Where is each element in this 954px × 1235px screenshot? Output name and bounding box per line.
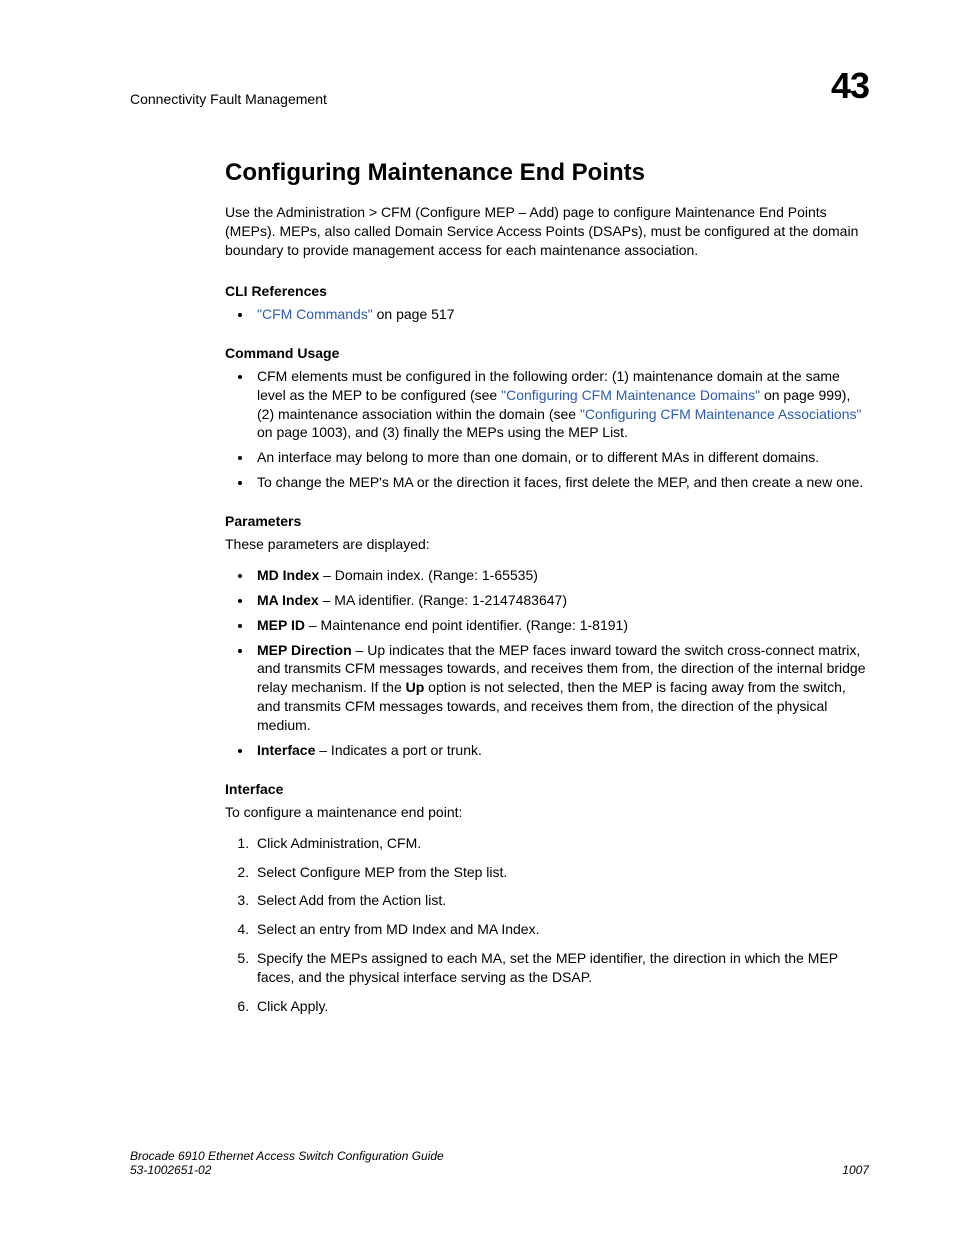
step-item: Select Add from the Action list. bbox=[253, 891, 869, 910]
step-item: Select Configure MEP from the Step list. bbox=[253, 863, 869, 882]
cli-ref-after: on page 517 bbox=[373, 306, 455, 322]
cfm-assoc-link[interactable]: "Configuring CFM Maintenance Association… bbox=[580, 406, 862, 422]
param-name: MEP ID bbox=[257, 617, 305, 633]
param-desc: – MA identifier. (Range: 1-2147483647) bbox=[319, 592, 567, 608]
step-item: Select an entry from MD Index and MA Ind… bbox=[253, 920, 869, 939]
chapter-number: 43 bbox=[831, 65, 869, 107]
parameter-item: MA Index – MA identifier. (Range: 1-2147… bbox=[253, 591, 869, 610]
command-usage-list: CFM elements must be configured in the f… bbox=[225, 367, 869, 492]
parameters-subtext: These parameters are displayed: bbox=[225, 535, 869, 554]
parameters-list: MD Index – Domain index. (Range: 1-65535… bbox=[225, 566, 869, 760]
parameter-item: MEP ID – Maintenance end point identifie… bbox=[253, 616, 869, 635]
param-desc: – Indicates a port or trunk. bbox=[315, 742, 482, 758]
usage-item: CFM elements must be configured in the f… bbox=[253, 367, 869, 443]
usage-item: To change the MEP's MA or the direction … bbox=[253, 473, 869, 492]
usage-text: on page 1003), and (3) finally the MEPs … bbox=[257, 424, 628, 440]
page-footer: Brocade 6910 Ethernet Access Switch Conf… bbox=[130, 1149, 869, 1177]
param-name: MEP Direction bbox=[257, 642, 352, 658]
footer-doc-number: 53-1002651-02 bbox=[130, 1163, 444, 1177]
main-content: Configuring Maintenance End Points Use t… bbox=[225, 157, 869, 1016]
cli-reference-item: "CFM Commands" on page 517 bbox=[253, 305, 869, 324]
parameter-item: MEP Direction – Up indicates that the ME… bbox=[253, 641, 869, 735]
footer-left: Brocade 6910 Ethernet Access Switch Conf… bbox=[130, 1149, 444, 1177]
param-up: Up bbox=[406, 679, 425, 695]
page-header: Connectivity Fault Management 43 bbox=[130, 65, 869, 107]
param-desc: – Maintenance end point identifier. (Ran… bbox=[305, 617, 628, 633]
parameters-heading: Parameters bbox=[225, 512, 869, 531]
command-usage-heading: Command Usage bbox=[225, 344, 869, 363]
page-title: Configuring Maintenance End Points bbox=[225, 157, 869, 189]
param-name: MA Index bbox=[257, 592, 319, 608]
param-desc: – Domain index. (Range: 1-65535) bbox=[319, 567, 538, 583]
step-item: Click Apply. bbox=[253, 997, 869, 1016]
step-item: Specify the MEPs assigned to each MA, se… bbox=[253, 949, 869, 987]
intro-paragraph: Use the Administration > CFM (Configure … bbox=[225, 203, 869, 260]
cli-references-heading: CLI References bbox=[225, 282, 869, 301]
footer-page-number: 1007 bbox=[842, 1163, 869, 1177]
interface-steps: Click Administration, CFM. Select Config… bbox=[225, 834, 869, 1016]
usage-item: An interface may belong to more than one… bbox=[253, 448, 869, 467]
parameter-item: MD Index – Domain index. (Range: 1-65535… bbox=[253, 566, 869, 585]
interface-heading: Interface bbox=[225, 780, 869, 799]
parameter-item: Interface – Indicates a port or trunk. bbox=[253, 741, 869, 760]
step-item: Click Administration, CFM. bbox=[253, 834, 869, 853]
param-name: MD Index bbox=[257, 567, 319, 583]
footer-doc-title: Brocade 6910 Ethernet Access Switch Conf… bbox=[130, 1149, 444, 1163]
cfm-commands-link[interactable]: "CFM Commands" bbox=[257, 306, 373, 322]
cli-references-list: "CFM Commands" on page 517 bbox=[225, 305, 869, 324]
running-header: Connectivity Fault Management bbox=[130, 91, 327, 107]
param-name: Interface bbox=[257, 742, 315, 758]
cfm-domains-link[interactable]: "Configuring CFM Maintenance Domains" bbox=[501, 387, 760, 403]
interface-subtext: To configure a maintenance end point: bbox=[225, 803, 869, 822]
